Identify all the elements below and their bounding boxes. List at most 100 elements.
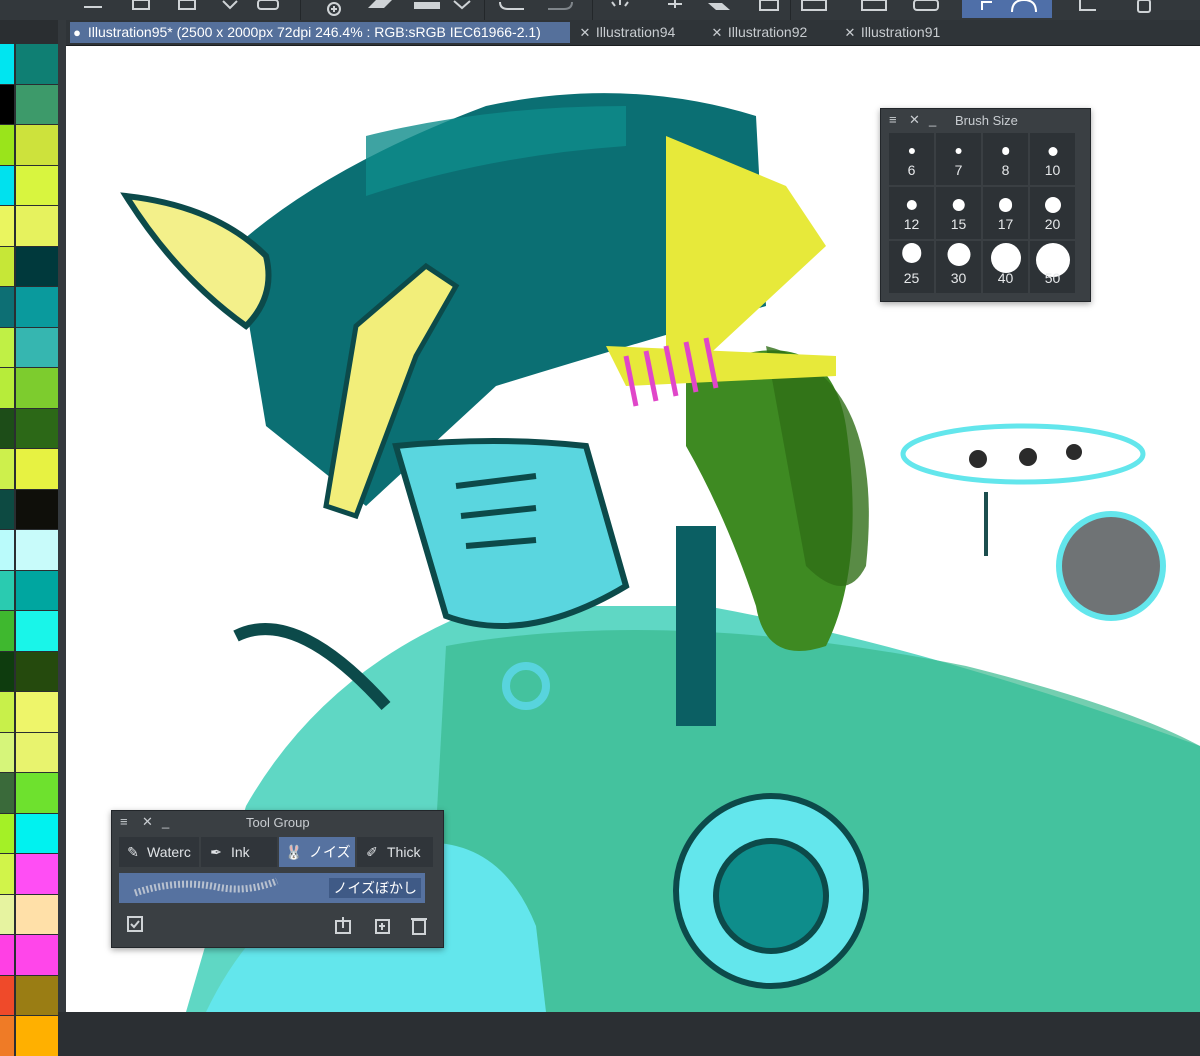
close-icon[interactable]: ✕ [710,22,724,43]
opacity-icon[interactable] [800,0,830,14]
brush-size-option[interactable]: 6 [889,133,934,185]
menu-icon[interactable] [84,0,104,14]
new-layer-icon[interactable] [316,0,346,16]
palette-swatch[interactable] [0,894,14,934]
transform-icon[interactable] [176,0,200,14]
palette-swatch[interactable] [16,449,58,489]
palette-swatch[interactable] [16,327,58,367]
tab-illustration91[interactable]: ✕ Illustration91 [843,22,973,43]
brush-size-option[interactable]: 20 [1030,187,1075,239]
tool-tab-ink[interactable]: ✒ Ink [201,837,277,867]
brush-size-option[interactable]: 7 [936,133,981,185]
panel-header[interactable]: ≡ ✕ _ Tool Group [112,811,443,833]
tool-tab-thick[interactable]: ✐ Thick [357,837,433,867]
palette-swatch[interactable] [0,651,14,691]
brush-size-option[interactable]: 50 [1030,241,1075,293]
ruler-icon[interactable] [1074,0,1100,14]
brush-size-option[interactable]: 15 [936,187,981,239]
palette-swatch[interactable] [0,692,14,732]
palette-swatch[interactable] [0,368,14,408]
brush-size-option[interactable]: 8 [983,133,1028,185]
palette-swatch[interactable] [16,206,58,246]
drag-handle-icon[interactable]: ≡ [889,112,897,127]
palette-swatch[interactable] [16,651,58,691]
palette-swatch[interactable] [16,84,58,124]
palette-swatch[interactable] [16,1016,58,1056]
tab-illustration92[interactable]: ✕ Illustration92 [710,22,840,43]
palette-swatch[interactable] [0,1016,14,1056]
palette-swatch[interactable] [16,165,58,205]
close-icon[interactable]: ✕ [578,22,592,43]
brush-size-option[interactable]: 30 [936,241,981,293]
palette-swatch[interactable] [16,489,58,529]
brush-size-option[interactable]: 17 [983,187,1028,239]
palette-swatch[interactable] [16,246,58,286]
brush-size-option[interactable]: 25 [889,241,934,293]
paste-icon[interactable] [256,0,280,14]
brush-size-option[interactable]: 40 [983,241,1028,293]
palette-swatch[interactable] [16,530,58,570]
palette-swatch[interactable] [16,611,58,651]
select-all-icon[interactable] [126,915,146,937]
phone-icon[interactable] [1134,0,1154,14]
brush-size-option[interactable]: 12 [889,187,934,239]
palette-swatch[interactable] [0,854,14,894]
palette-swatch[interactable] [16,570,58,610]
palette-swatch[interactable] [0,732,14,772]
trash-icon[interactable] [409,915,429,937]
palette-swatch[interactable] [16,692,58,732]
duplicate-icon[interactable] [371,915,391,937]
close-icon[interactable]: ✕ [843,22,857,43]
sparkle-icon[interactable] [660,0,690,14]
palette-swatch[interactable] [16,975,58,1015]
palette-swatch[interactable] [0,611,14,651]
palette-swatch[interactable] [0,449,14,489]
panel-header[interactable]: ≡ ✕ _ Brush Size [881,109,1090,131]
palette-swatch[interactable] [0,125,14,165]
palette-swatch[interactable] [0,935,14,975]
import-icon[interactable] [334,915,354,937]
undo-icon[interactable] [496,0,526,14]
palette-swatch[interactable] [16,813,58,853]
canvas-icon[interactable] [912,0,942,14]
palette-swatch[interactable] [16,732,58,772]
palette-swatch[interactable] [0,287,14,327]
palette-swatch[interactable] [0,813,14,853]
redo-icon[interactable] [546,0,576,14]
selection-tools-group[interactable] [962,0,1052,18]
drag-handle-icon[interactable]: ≡ [120,814,128,829]
brush-preset-selected[interactable]: ノイズぼかし [119,873,425,903]
layer-icon[interactable] [412,0,442,14]
tool-tab-noise[interactable]: 🐰 ノイズ [279,837,355,867]
bucket-icon[interactable] [706,0,736,14]
palette-swatch[interactable] [16,408,58,448]
minimize-icon[interactable]: _ [162,814,169,829]
palette-swatch[interactable] [0,246,14,286]
palette-swatch[interactable] [16,44,58,84]
tool-tab-waterc[interactable]: ✎ Waterc [119,837,199,867]
layer-panel-icon[interactable] [860,0,890,14]
palette-swatch[interactable] [16,287,58,327]
palette-swatch[interactable] [0,530,14,570]
palette-swatch[interactable] [16,854,58,894]
palette-swatch[interactable] [0,408,14,448]
palette-swatch[interactable] [0,165,14,205]
minimize-icon[interactable]: _ [929,112,936,127]
chevron-down-icon[interactable] [221,0,239,14]
palette-swatch[interactable] [0,489,14,529]
tab-illustration94[interactable]: ✕ Illustration94 [578,22,708,43]
palette-swatch[interactable] [16,935,58,975]
palette-swatch[interactable] [0,773,14,813]
loading-icon[interactable] [606,0,636,14]
chevron-down-icon[interactable] [452,0,474,14]
close-icon[interactable]: ✕ [909,112,920,128]
palette-swatch[interactable] [0,206,14,246]
palette-swatch[interactable] [16,773,58,813]
palette-swatch[interactable] [0,570,14,610]
palette-swatch[interactable] [16,894,58,934]
palette-swatch[interactable] [16,368,58,408]
brush-size-option[interactable]: 10 [1030,133,1075,185]
palette-swatch[interactable] [0,84,14,124]
palette-swatch[interactable] [0,327,14,367]
palette-scrollbar[interactable] [58,20,66,1012]
